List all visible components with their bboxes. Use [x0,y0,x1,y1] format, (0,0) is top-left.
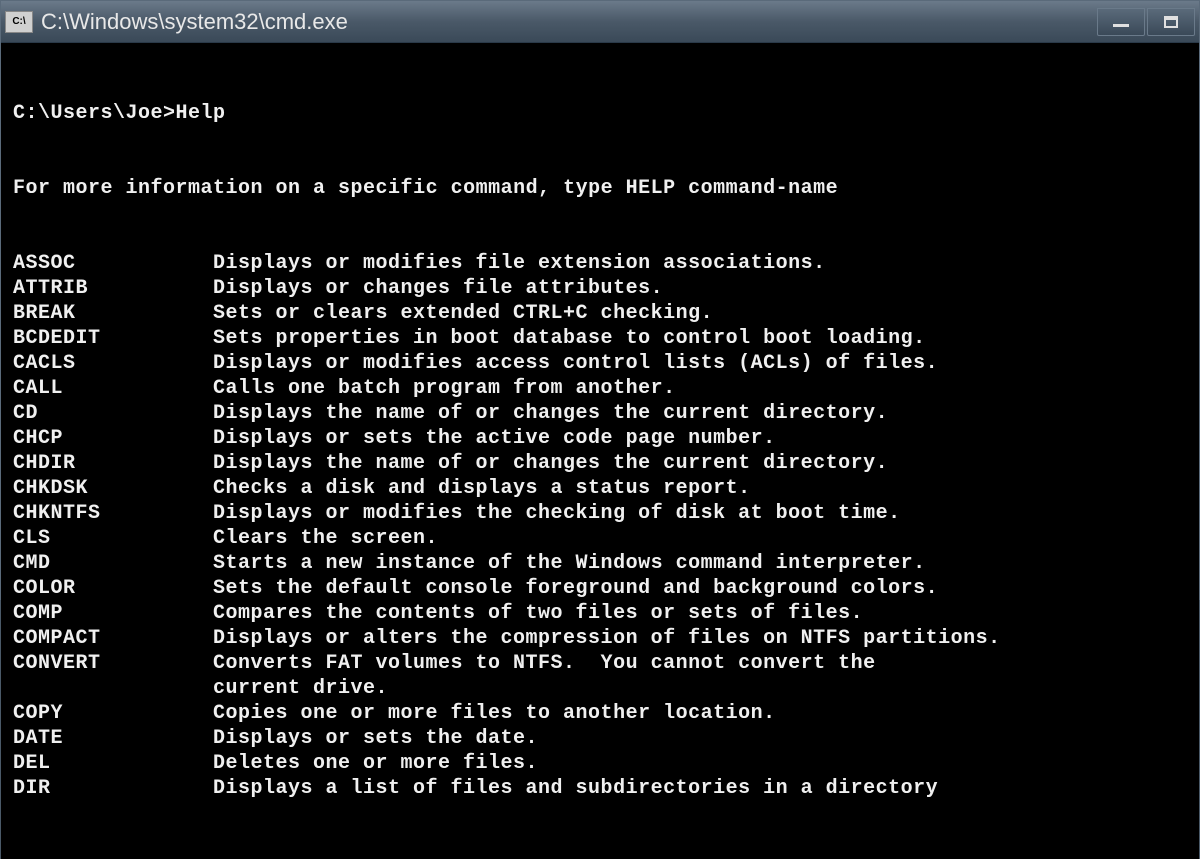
command-name: CMD [13,551,213,576]
command-description: Displays or modifies access control list… [213,351,1187,376]
minimize-icon [1113,24,1129,27]
command-name: CONVERT [13,651,213,701]
command-name: CHKNTFS [13,501,213,526]
help-row: COMPCompares the contents of two files o… [13,601,1187,626]
command-name: DATE [13,726,213,751]
command-description: Checks a disk and displays a status repo… [213,476,1187,501]
command-name: COLOR [13,576,213,601]
help-row: CLSClears the screen. [13,526,1187,551]
help-row: CMDStarts a new instance of the Windows … [13,551,1187,576]
command-description: Compares the contents of two files or se… [213,601,1187,626]
terminal-output[interactable]: C:\Users\Joe>Help For more information o… [1,43,1199,859]
prompt: C:\Users\Joe> [13,102,176,125]
command-description: Copies one or more files to another loca… [213,701,1187,726]
help-row: CALLCalls one batch program from another… [13,376,1187,401]
command-description: Sets the default console foreground and … [213,576,1187,601]
help-command-list: ASSOCDisplays or modifies file extension… [13,251,1187,801]
prompt-line: C:\Users\Joe>Help [13,101,1187,126]
command-name: DIR [13,776,213,801]
command-name: COMPACT [13,626,213,651]
command-description: Displays the name of or changes the curr… [213,401,1187,426]
minimize-button[interactable] [1097,8,1145,36]
app-icon-text: C:\ [12,16,25,27]
command-name: COPY [13,701,213,726]
command-name: BCDEDIT [13,326,213,351]
command-description: Displays the name of or changes the curr… [213,451,1187,476]
help-row: CACLSDisplays or modifies access control… [13,351,1187,376]
help-row: COPYCopies one or more files to another … [13,701,1187,726]
maximize-button[interactable] [1147,8,1195,36]
help-row: COMPACTDisplays or alters the compressio… [13,626,1187,651]
help-row: DATEDisplays or sets the date. [13,726,1187,751]
help-row: BCDEDITSets properties in boot database … [13,326,1187,351]
command-name: CALL [13,376,213,401]
command-description: Clears the screen. [213,526,1187,551]
command-description: Displays or modifies the checking of dis… [213,501,1187,526]
command-description: Displays or sets the active code page nu… [213,426,1187,451]
command-description: Displays or modifies file extension asso… [213,251,1187,276]
help-row: CDDisplays the name of or changes the cu… [13,401,1187,426]
command-description: Displays or changes file attributes. [213,276,1187,301]
help-row: CHKDSKChecks a disk and displays a statu… [13,476,1187,501]
typed-command: Help [176,102,226,125]
help-row: CHCPDisplays or sets the active code pag… [13,426,1187,451]
titlebar[interactable]: C:\ C:\Windows\system32\cmd.exe [1,1,1199,43]
command-name: CLS [13,526,213,551]
command-name: BREAK [13,301,213,326]
command-description: Calls one batch program from another. [213,376,1187,401]
app-icon: C:\ [5,11,33,33]
maximize-icon [1164,16,1178,28]
command-description: Displays a list of files and subdirector… [213,776,1187,801]
help-row: COLORSets the default console foreground… [13,576,1187,601]
command-description: Starts a new instance of the Windows com… [213,551,1187,576]
command-name: CD [13,401,213,426]
command-name: DEL [13,751,213,776]
command-description: Displays or sets the date. [213,726,1187,751]
help-row: BREAKSets or clears extended CTRL+C chec… [13,301,1187,326]
command-name: ATTRIB [13,276,213,301]
help-intro: For more information on a specific comma… [13,176,1187,201]
window-title: C:\Windows\system32\cmd.exe [41,9,1097,35]
help-row: ATTRIBDisplays or changes file attribute… [13,276,1187,301]
command-name: CHDIR [13,451,213,476]
command-name: CACLS [13,351,213,376]
command-name: CHCP [13,426,213,451]
command-description: Sets or clears extended CTRL+C checking. [213,301,1187,326]
help-row: CHKNTFSDisplays or modifies the checking… [13,501,1187,526]
command-description: Displays or alters the compression of fi… [213,626,1187,651]
help-row: CONVERTConverts FAT volumes to NTFS. You… [13,651,1187,701]
help-row: DELDeletes one or more files. [13,751,1187,776]
command-description: Deletes one or more files. [213,751,1187,776]
command-description: Converts FAT volumes to NTFS. You cannot… [213,651,1187,701]
window-controls [1097,8,1195,36]
cmd-window: C:\ C:\Windows\system32\cmd.exe C:\Users… [0,0,1200,600]
help-row: CHDIRDisplays the name of or changes the… [13,451,1187,476]
command-name: COMP [13,601,213,626]
help-row: DIRDisplays a list of files and subdirec… [13,776,1187,801]
command-name: CHKDSK [13,476,213,501]
help-row: ASSOCDisplays or modifies file extension… [13,251,1187,276]
command-description: Sets properties in boot database to cont… [213,326,1187,351]
command-name: ASSOC [13,251,213,276]
